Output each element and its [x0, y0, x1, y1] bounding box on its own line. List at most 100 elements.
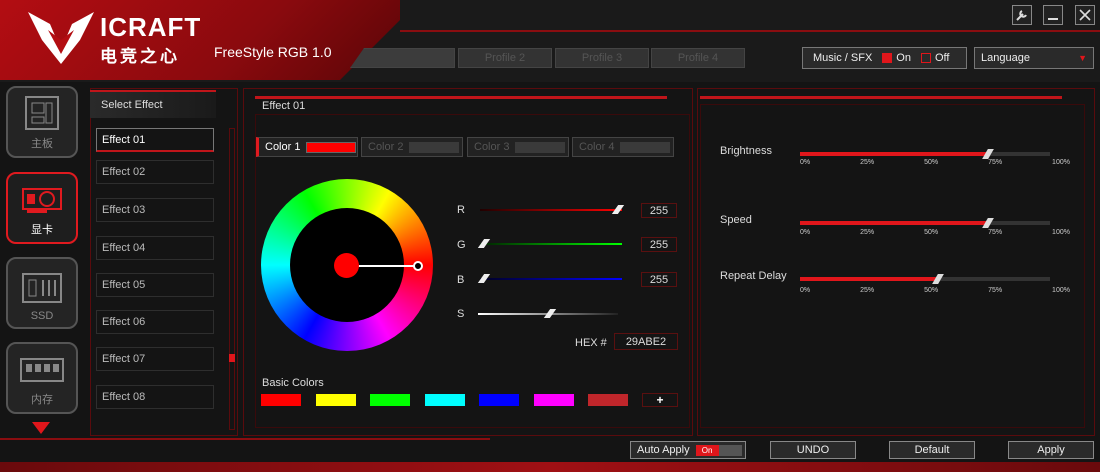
color-slot-label: Color 1: [265, 141, 301, 153]
music-on-label: On: [896, 52, 911, 64]
r-value[interactable]: 255: [641, 203, 677, 218]
auto-apply-toggle[interactable]: On: [695, 444, 742, 456]
auto-apply-label: Auto Apply: [637, 444, 690, 456]
profile-tab-4[interactable]: Profile 4: [651, 48, 745, 68]
sidebar-item-memory[interactable]: 内存: [6, 342, 78, 414]
apply-button[interactable]: Apply: [1008, 441, 1094, 459]
list-item: Effect 02: [102, 166, 146, 178]
r-slider[interactable]: [480, 209, 622, 211]
selected-color-dot: [334, 253, 359, 278]
music-on-radio[interactable]: [882, 53, 893, 63]
basic-color-swatch[interactable]: [479, 394, 519, 406]
color-wheel-handle[interactable]: [413, 261, 423, 271]
basic-color-swatch[interactable]: [316, 394, 356, 406]
header-divider: [400, 30, 1100, 32]
color-slot-label: Color 3: [474, 141, 510, 153]
language-select[interactable]: Language ▼: [974, 47, 1094, 69]
speed-slider[interactable]: [800, 221, 1050, 225]
auto-apply-control: Auto Apply On: [630, 441, 746, 459]
sidebar-item-label: 内存: [31, 394, 53, 406]
effect-item-05[interactable]: Effect 05: [96, 273, 214, 297]
color-swatch: [306, 141, 357, 153]
basic-color-swatch[interactable]: [370, 394, 410, 406]
repeat-delay-slider-fill: [800, 277, 938, 281]
footer-accent-bar: [0, 462, 1100, 472]
tick-label: 0%: [800, 229, 811, 236]
repeat-delay-slider[interactable]: [800, 277, 1050, 281]
tick-label: 75%: [988, 287, 1003, 294]
brightness-slider[interactable]: [800, 152, 1050, 156]
profile-tab-2[interactable]: Profile 2: [458, 48, 552, 68]
r-label: R: [457, 204, 465, 216]
music-off-radio[interactable]: [920, 53, 931, 63]
editor-title: Effect 01: [262, 100, 306, 112]
speed-slider-fill: [800, 221, 988, 225]
list-item: Effect 08: [102, 391, 146, 403]
language-label: Language: [981, 52, 1030, 64]
repeat-delay-label: Repeat Delay: [720, 270, 787, 282]
minimize-icon[interactable]: [1043, 5, 1063, 25]
profile-tab-1[interactable]: [350, 48, 455, 68]
basic-color-swatch[interactable]: [425, 394, 465, 406]
sidebar-item-ssd[interactable]: SSD: [6, 257, 78, 329]
basic-color-swatch[interactable]: [534, 394, 574, 406]
sidebar-item-label: SSD: [30, 310, 54, 322]
effect-item-08[interactable]: Effect 08: [96, 385, 214, 409]
basic-color-swatch[interactable]: [588, 394, 628, 406]
wrench-icon[interactable]: [1012, 5, 1032, 25]
effect-item-02[interactable]: Effect 02: [96, 160, 214, 184]
undo-button[interactable]: UNDO: [770, 441, 856, 459]
tick-label: 75%: [988, 229, 1003, 236]
color-slot-2[interactable]: Color 2: [361, 137, 463, 157]
b-label: B: [457, 274, 465, 286]
memory-icon: [20, 358, 64, 382]
list-item: Effect 04: [102, 242, 146, 254]
close-icon[interactable]: [1075, 5, 1095, 25]
effect-item-03[interactable]: Effect 03: [96, 198, 214, 222]
effect-item-07[interactable]: Effect 07: [96, 347, 214, 371]
speed-label: Speed: [720, 214, 752, 226]
add-color-button[interactable]: +: [642, 393, 678, 407]
tick-label: 50%: [924, 159, 939, 166]
brightness-slider-fill: [800, 152, 988, 156]
effect-scrollbar-thumb[interactable]: [229, 354, 235, 362]
color-swatch: [620, 141, 671, 153]
basic-colors-label: Basic Colors: [262, 377, 324, 389]
hex-input[interactable]: 29ABE2: [614, 333, 678, 350]
default-button[interactable]: Default: [889, 441, 975, 459]
basic-color-swatch[interactable]: [261, 394, 301, 406]
b-value[interactable]: 255: [641, 272, 677, 287]
tick-label: 100%: [1052, 229, 1070, 236]
effect-item-01[interactable]: Effect 01: [96, 128, 214, 152]
b-slider[interactable]: [480, 278, 622, 280]
profile-tab-3[interactable]: Profile 3: [555, 48, 649, 68]
g-slider[interactable]: [480, 243, 622, 245]
tick-label: 75%: [988, 159, 1003, 166]
color-slot-3[interactable]: Color 3: [467, 137, 569, 157]
motherboard-icon: [25, 96, 59, 130]
tick-label: 100%: [1052, 287, 1070, 294]
music-sfx-control: Music / SFX On Off: [802, 47, 967, 69]
scroll-down-arrow-icon[interactable]: [32, 422, 50, 434]
effect-item-06[interactable]: Effect 06: [96, 310, 214, 334]
footer-divider: [0, 438, 490, 440]
sidebar-item-gpu[interactable]: 显卡: [6, 172, 78, 244]
color-swatch: [515, 141, 566, 153]
tick-label: 50%: [924, 229, 939, 236]
settings-header-accent: [700, 96, 1062, 99]
sidebar-item-motherboard[interactable]: 主板: [6, 86, 78, 158]
effect-scrollbar[interactable]: [229, 128, 235, 430]
chevron-down-icon: ▼: [1078, 53, 1087, 63]
color-slot-4[interactable]: Color 4: [572, 137, 674, 157]
s-label: S: [457, 308, 465, 320]
gpu-icon: [22, 188, 62, 213]
logo-icon: [28, 12, 94, 64]
tick-label: 25%: [860, 287, 875, 294]
toggle-on-label: On: [695, 444, 719, 456]
g-value[interactable]: 255: [641, 237, 677, 252]
effect-item-04[interactable]: Effect 04: [96, 236, 214, 260]
ssd-icon: [22, 273, 62, 303]
brightness-ticks: 0% 25% 50% 75% 100%: [800, 159, 1070, 166]
color-slot-1[interactable]: Color 1: [256, 137, 358, 157]
brightness-label: Brightness: [720, 145, 772, 157]
